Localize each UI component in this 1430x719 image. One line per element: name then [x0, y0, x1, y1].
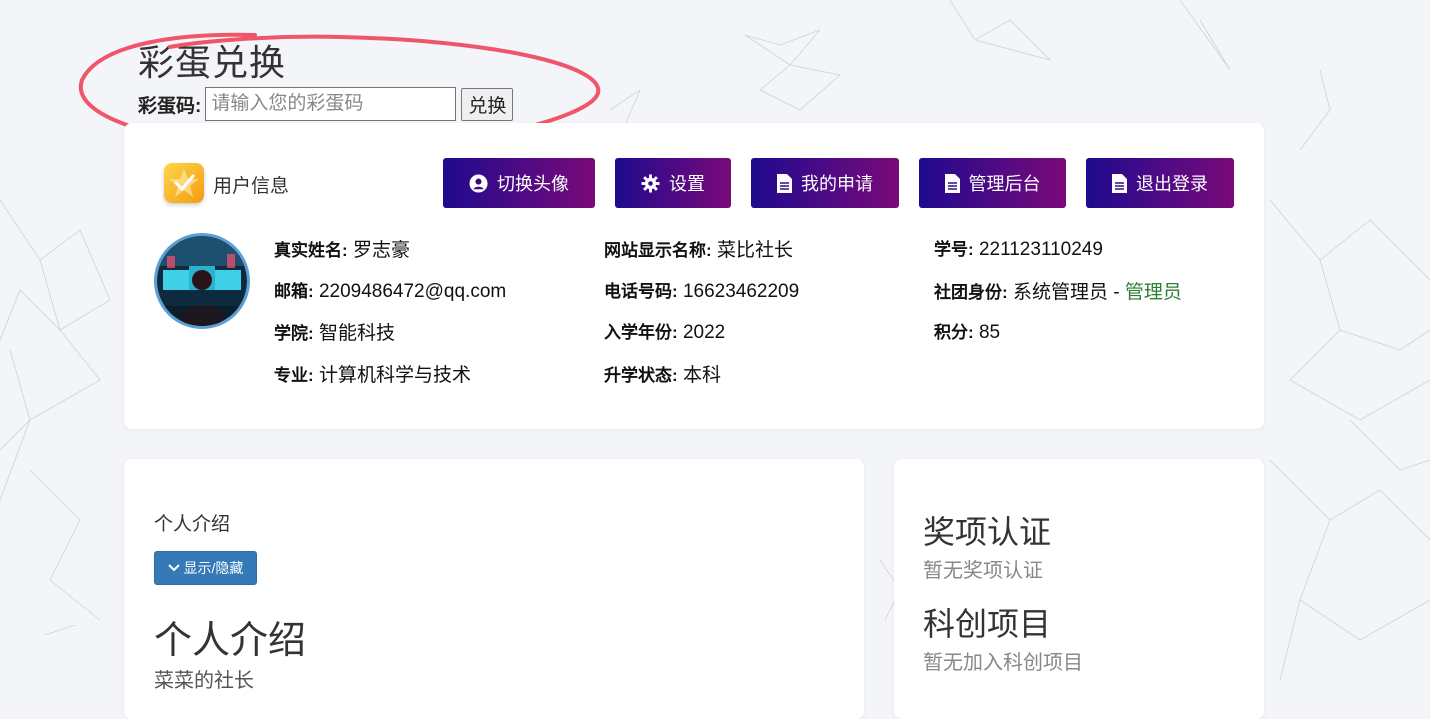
- club-role-badge: 管理员: [1124, 282, 1182, 303]
- easter-egg-code-input[interactable]: [205, 87, 457, 121]
- easter-egg-form: 彩蛋码: 兑换: [138, 87, 514, 121]
- avatar[interactable]: [154, 233, 250, 329]
- enroll-year-field: 入学年份: 2022: [604, 318, 725, 344]
- project-empty-text: 暂无加入科创项目: [923, 652, 1083, 674]
- enroll-year-key: 入学年份:: [604, 323, 678, 342]
- project-heading: 科创项目: [923, 606, 1052, 642]
- college-key: 学院:: [274, 324, 314, 343]
- email-key: 邮箱:: [274, 282, 314, 301]
- major-value: 计算机科学与技术: [313, 365, 471, 386]
- real-name-value: 罗志豪: [347, 240, 410, 261]
- major-field: 专业: 计算机科学与技术: [274, 360, 471, 387]
- real-name-key: 真实姓名:: [274, 241, 348, 260]
- study-status-key: 升学状态:: [604, 366, 678, 385]
- easter-egg-code-label: 彩蛋码:: [138, 95, 202, 117]
- club-role-key: 社团身份:: [934, 283, 1008, 302]
- file-icon: [777, 173, 792, 193]
- display-name-field: 网站显示名称: 菜比社长: [604, 235, 793, 262]
- my-applications-button[interactable]: 我的申请: [751, 158, 899, 208]
- switch-avatar-label: 切换头像: [497, 174, 569, 194]
- real-name-field: 真实姓名: 罗志豪: [274, 235, 410, 262]
- phone-key: 电话号码:: [604, 282, 678, 301]
- file-icon: [944, 173, 960, 193]
- awards-card: 奖项认证 暂无奖项认证 科创项目 暂无加入科创项目: [894, 459, 1264, 719]
- gear-icon: [641, 173, 660, 193]
- points-key: 积分:: [934, 323, 974, 342]
- award-empty-text: 暂无奖项认证: [923, 560, 1043, 582]
- points-field: 积分: 85: [934, 318, 1000, 344]
- file-icon: [1112, 173, 1127, 193]
- intro-text: 菜菜的社长: [154, 670, 254, 692]
- user-info-card: 用户信息 切换头像 设置 我的申请 管理后台 退出登录 真实姓名: 罗志豪 邮箱…: [124, 123, 1264, 429]
- student-id-field: 学号: 221123110249: [934, 235, 1103, 261]
- student-id-key: 学号:: [934, 240, 974, 259]
- student-id-value: 221123110249: [973, 239, 1103, 260]
- club-role-value: 系统管理员: [1007, 282, 1108, 303]
- display-name-key: 网站显示名称:: [604, 241, 712, 260]
- logout-button[interactable]: 退出登录: [1086, 158, 1234, 208]
- study-status-field: 升学状态: 本科: [604, 360, 721, 387]
- easter-egg-title: 彩蛋兑换: [138, 42, 287, 83]
- user-circle-icon: [469, 173, 488, 193]
- phone-value: 16623462209: [677, 281, 800, 302]
- user-info-heading: 用户信息: [213, 176, 290, 197]
- admin-panel-label: 管理后台: [968, 174, 1041, 194]
- admin-panel-button[interactable]: 管理后台: [919, 158, 1066, 208]
- major-key: 专业:: [274, 366, 314, 385]
- my-applications-label: 我的申请: [801, 174, 873, 194]
- redeem-button[interactable]: 兑换: [461, 87, 514, 121]
- settings-label: 设置: [669, 174, 705, 194]
- college-value: 智能科技: [313, 323, 395, 344]
- club-role-field: 社团身份: 系统管理员 - 管理员: [934, 277, 1182, 304]
- app-logo-icon: [164, 163, 204, 203]
- intro-section-label: 个人介绍: [154, 514, 231, 535]
- chevron-down-icon: [167, 564, 180, 572]
- award-heading: 奖项认证: [923, 514, 1052, 550]
- settings-button[interactable]: 设置: [615, 158, 731, 208]
- email-value: 2209486472@qq.com: [313, 281, 507, 302]
- college-field: 学院: 智能科技: [274, 318, 395, 345]
- intro-heading: 个人介绍: [154, 620, 307, 662]
- phone-field: 电话号码: 16623462209: [604, 277, 799, 303]
- club-role-separator: -: [1107, 282, 1125, 303]
- points-value: 85: [973, 322, 1001, 343]
- switch-avatar-button[interactable]: 切换头像: [443, 158, 595, 208]
- toggle-intro-button[interactable]: 显示/隐藏: [154, 551, 257, 585]
- email-field: 邮箱: 2209486472@qq.com: [274, 277, 506, 303]
- personal-intro-card: 个人介绍 显示/隐藏 个人介绍 菜菜的社长: [124, 459, 864, 719]
- toggle-intro-label: 显示/隐藏: [183, 560, 244, 576]
- study-status-value: 本科: [677, 365, 721, 386]
- enroll-year-value: 2022: [677, 322, 726, 343]
- logout-label: 退出登录: [1136, 174, 1208, 194]
- display-name-value: 菜比社长: [711, 240, 793, 261]
